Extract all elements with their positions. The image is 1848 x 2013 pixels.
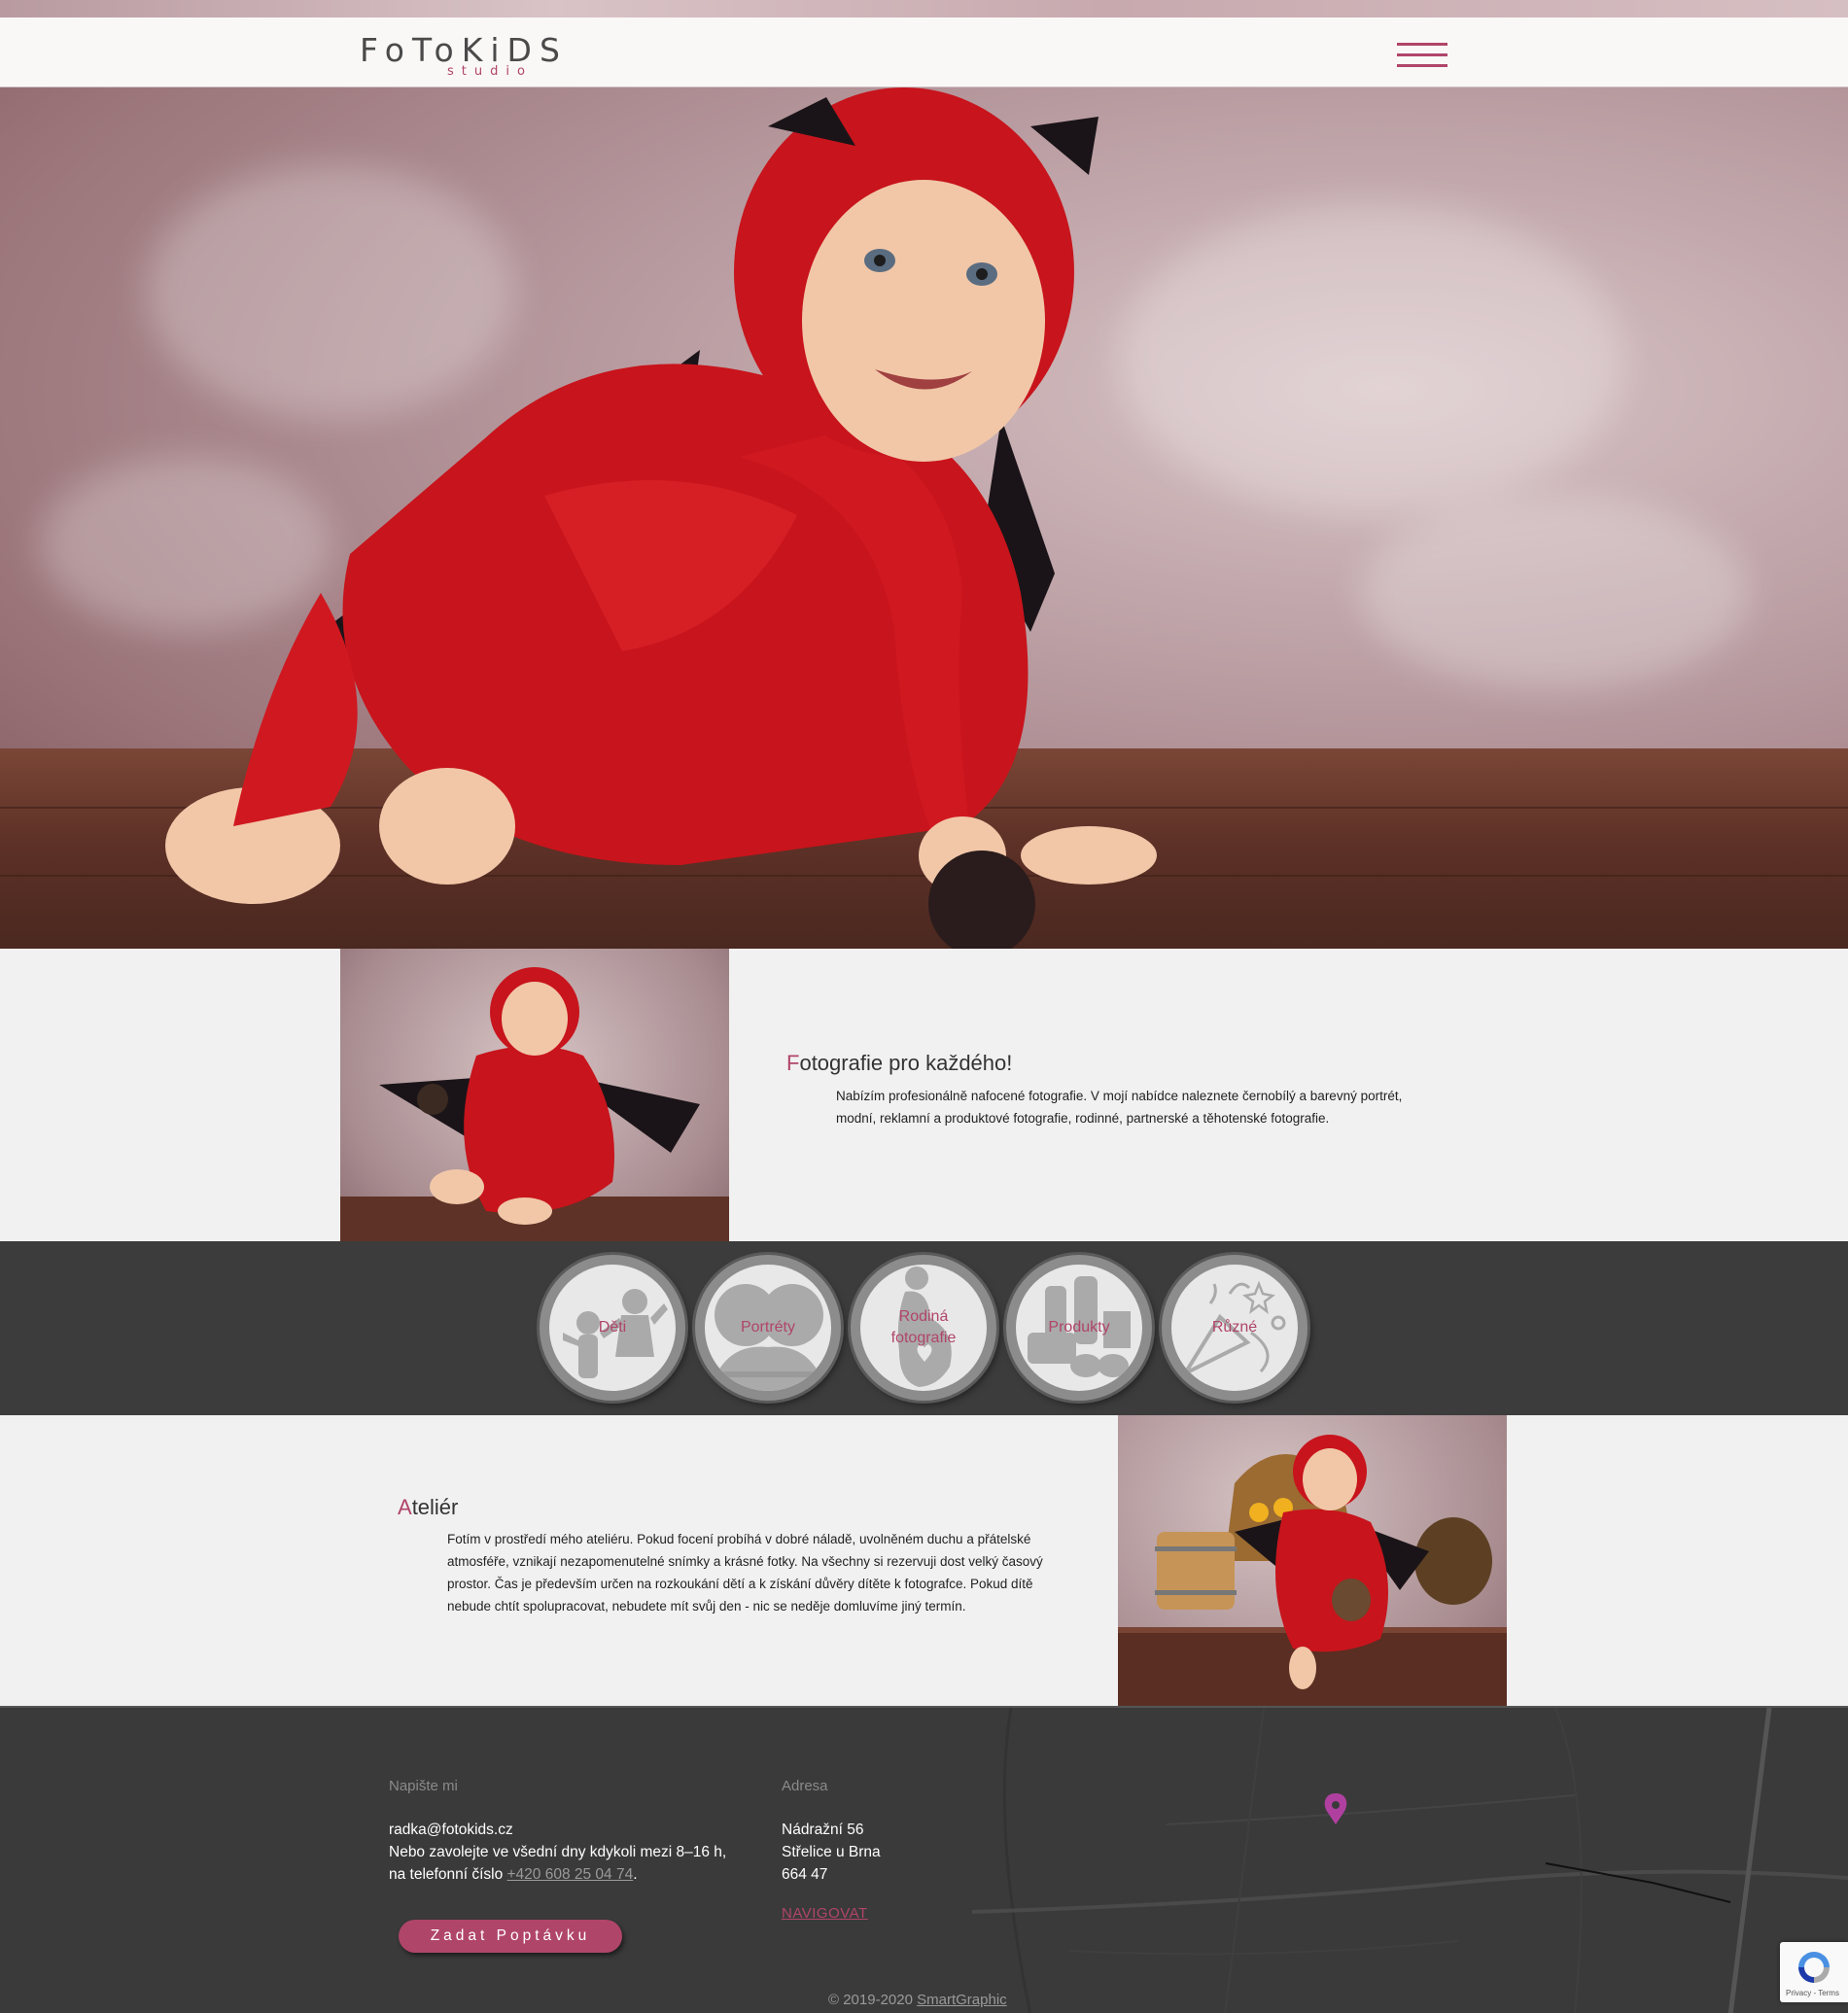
phone-link[interactable]: +420 608 25 04 74 [507,1866,634,1883]
categories-bar: Děti Portréty Rodináfotografie Produkty [0,1241,1848,1415]
hero-image [0,87,1848,949]
recaptcha-icon [1798,1952,1830,1983]
contact-email[interactable]: radka@fotokids.cz [389,1819,726,1841]
atelier-section: Ateliér Fotím v prostředí mého ateliéru.… [0,1415,1848,1706]
logo[interactable]: FoToKiDS studio [360,31,560,79]
category-deti[interactable]: Děti [540,1255,685,1401]
baby-with-baskets-photo [1118,1415,1507,1706]
baby-sitting-photo [340,949,729,1241]
contact-text: radka@fotokids.cz Nebo zavolejte ve všed… [389,1819,726,1886]
atelier-heading: Ateliér [398,1495,459,1519]
category-produkty[interactable]: Produkty [1006,1255,1152,1401]
category-label: Děti [598,1319,627,1336]
atelier-text: Fotím v prostředí mého ateliéru. Pokud f… [447,1532,1043,1614]
recaptcha-badge[interactable]: Privacy - Terms [1780,1942,1848,2002]
baby-in-devil-costume-image [165,87,1157,949]
category-portrety[interactable]: Portréty [695,1255,841,1401]
about-heading: Fotografie pro každého! [786,1051,1013,1075]
request-button[interactable]: Zadat Poptávku [399,1920,622,1953]
category-label: Rodiná fotografie [890,1308,957,1346]
map-pin-icon[interactable] [1324,1793,1347,1824]
category-ruzne[interactable]: Různé [1162,1255,1308,1401]
site-header: FoToKiDS studio [0,17,1848,87]
top-strip [0,0,1848,17]
category-label: Portréty [740,1319,795,1336]
category-rodinna-fotografie[interactable]: Rodiná fotografie [851,1255,996,1401]
about-text: Nabízím profesionálně nafocené fotografi… [836,1089,1403,1126]
about-section: Fotografie pro každého! Nabízím profesio… [0,949,1848,1241]
navigate-link[interactable]: NAVIGOVAT [782,1905,868,1922]
map[interactable] [972,1708,1848,2013]
copyright: © 2019-2020 SmartGraphic [828,1992,1007,2008]
smartgraphic-link[interactable]: SmartGraphic [917,1992,1007,2008]
logo-subtext: studio [447,64,533,79]
category-label: Různé [1211,1319,1258,1336]
site-footer: Napište mi radka@fotokids.cz Nebo zavole… [0,1706,1848,2013]
address-title: Adresa [782,1778,828,1794]
category-label: Produkty [1048,1319,1110,1336]
hamburger-icon[interactable] [1397,43,1447,68]
contact-title: Napište mi [389,1778,458,1794]
address-text: Nádražní 56 Střelice u Brna 664 47 [782,1822,881,1883]
